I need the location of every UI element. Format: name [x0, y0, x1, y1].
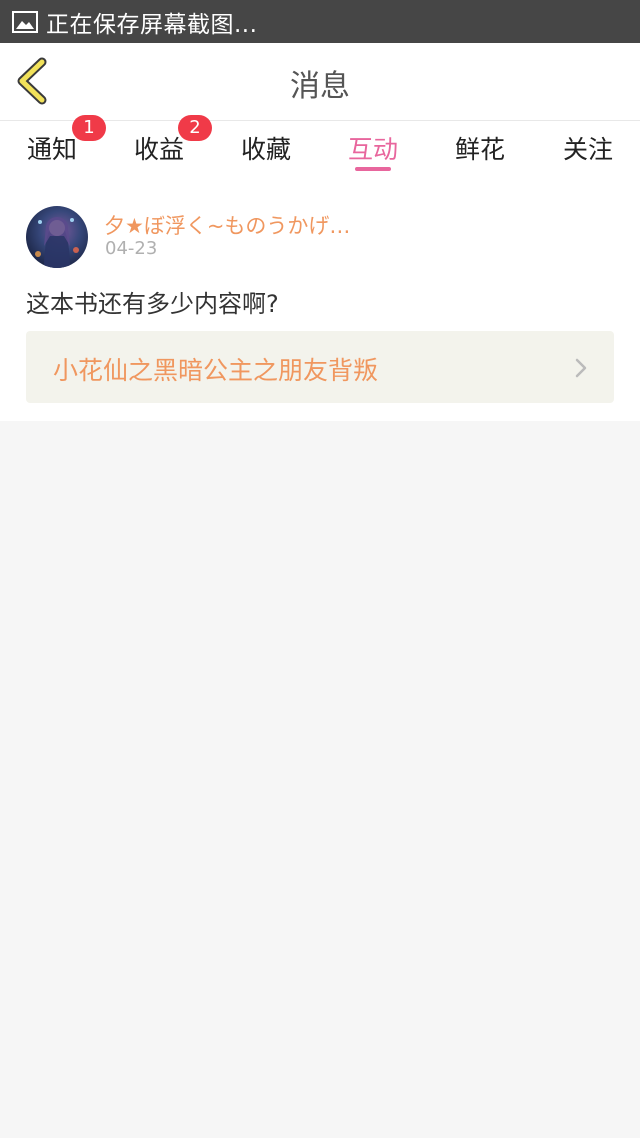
avatar-image [35, 217, 79, 268]
tab-earnings[interactable]: 收益 2 [109, 115, 212, 181]
status-text: 正在保存屏幕截图... [46, 11, 258, 38]
book-title: 小花仙之黑暗公主之朋友背叛 [53, 356, 379, 385]
status-bar: 正在保存屏幕截图... [0, 0, 640, 43]
username[interactable]: 夕★ぼ浮く~ものうかげ… [104, 210, 350, 240]
tab-label: 通知 [26, 135, 77, 164]
tab-interaction[interactable]: 互动 [323, 121, 423, 181]
image-icon [12, 10, 38, 33]
tab-label: 收益 [133, 135, 184, 164]
tab-label: 关注 [562, 135, 613, 164]
earnings-badge: 2 [178, 115, 212, 141]
avatar[interactable] [26, 206, 88, 268]
chevron-right-icon [575, 358, 587, 378]
active-tab-indicator [355, 167, 391, 171]
page-title: 消息 [290, 69, 350, 104]
header: 消息 [0, 43, 640, 120]
tab-favorites[interactable]: 收藏 [216, 121, 316, 181]
tab-flowers[interactable]: 鲜花 [430, 121, 530, 181]
tab-bar: 通知 1 收益 2 收藏 互动 鲜花 关注 [0, 115, 640, 181]
book-link[interactable]: 小花仙之黑暗公主之朋友背叛 [26, 331, 614, 403]
message-card: 夕★ぼ浮く~ものうかげ… 04-23 这本书还有多少内容啊? 小花仙之黑暗公主之… [0, 180, 640, 421]
tab-label: 鲜花 [454, 135, 505, 164]
tab-label: 互动 [347, 135, 398, 164]
message-date: 04-23 [105, 238, 158, 259]
tab-following[interactable]: 关注 [538, 121, 638, 181]
tab-notifications[interactable]: 通知 1 [2, 115, 106, 181]
notification-badge: 1 [72, 115, 106, 141]
tab-label: 收藏 [240, 135, 291, 164]
comment-text: 这本书还有多少内容啊? [26, 290, 279, 318]
